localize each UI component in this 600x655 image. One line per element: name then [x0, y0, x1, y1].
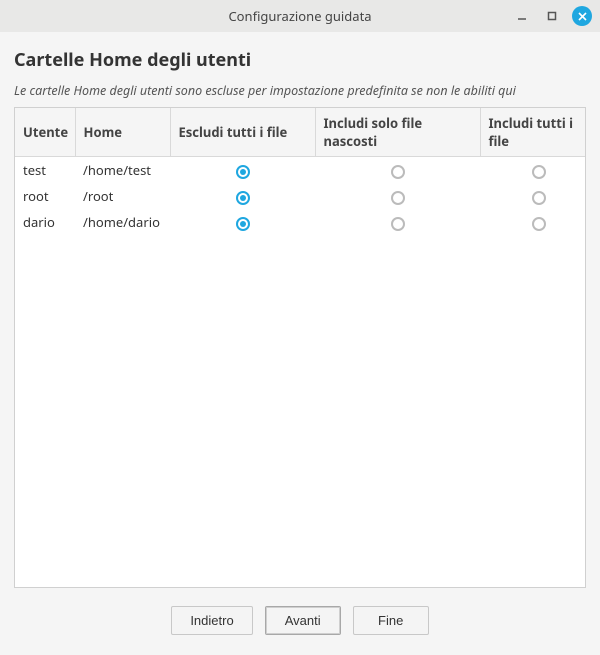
cell-radio [315, 157, 480, 184]
finish-button[interactable]: Fine [353, 606, 429, 635]
radio-exclude_all[interactable] [236, 165, 250, 179]
titlebar-controls [512, 6, 592, 26]
cell-radio [315, 183, 480, 209]
cell-radio [315, 209, 480, 235]
maximize-icon [547, 11, 557, 21]
cell-radio [480, 209, 586, 235]
radio-exclude_all[interactable] [236, 217, 250, 231]
back-button[interactable]: Indietro [171, 606, 252, 635]
col-header-exclude-all[interactable]: Escludi tutti i file [170, 108, 315, 157]
radio-include_all[interactable] [532, 165, 546, 179]
window-title: Configurazione guidata [228, 7, 371, 25]
close-icon [578, 12, 587, 21]
minimize-icon [517, 11, 527, 21]
minimize-button[interactable] [512, 6, 532, 26]
page-title: Cartelle Home degli utenti [14, 48, 586, 72]
col-header-user[interactable]: Utente [15, 108, 75, 157]
content-area: Cartelle Home degli utenti Le cartelle H… [0, 32, 600, 588]
page-description: Le cartelle Home degli utenti sono esclu… [14, 82, 586, 99]
close-button[interactable] [572, 6, 592, 26]
cell-home: /root [75, 183, 170, 209]
cell-user: test [15, 157, 75, 184]
user-homes-table-wrap: Utente Home Escludi tutti i file Includi… [14, 107, 586, 588]
titlebar: Configurazione guidata [0, 0, 600, 32]
table-row: test/home/test [15, 157, 586, 184]
cell-radio [480, 157, 586, 184]
wizard-window: Configurazione guidata Cartelle Home deg… [0, 0, 600, 655]
wizard-buttons: Indietro Avanti Fine [0, 588, 600, 655]
radio-include_all[interactable] [532, 217, 546, 231]
cell-radio [480, 183, 586, 209]
table-row: dario/home/dario [15, 209, 586, 235]
cell-user: root [15, 183, 75, 209]
maximize-button[interactable] [542, 6, 562, 26]
radio-include_hidden[interactable] [391, 217, 405, 231]
radio-exclude_all[interactable] [236, 191, 250, 205]
col-header-home[interactable]: Home [75, 108, 170, 157]
cell-user: dario [15, 209, 75, 235]
next-button[interactable]: Avanti [265, 606, 341, 635]
user-homes-table: Utente Home Escludi tutti i file Includi… [15, 108, 586, 235]
col-header-include-all[interactable]: Includi tutti i file [480, 108, 586, 157]
col-header-include-hidden[interactable]: Includi solo file nascosti [315, 108, 480, 157]
cell-radio [170, 157, 315, 184]
radio-include_hidden[interactable] [391, 165, 405, 179]
cell-home: /home/test [75, 157, 170, 184]
table-row: root/root [15, 183, 586, 209]
radio-include_hidden[interactable] [391, 191, 405, 205]
cell-home: /home/dario [75, 209, 170, 235]
radio-include_all[interactable] [532, 191, 546, 205]
cell-radio [170, 209, 315, 235]
cell-radio [170, 183, 315, 209]
